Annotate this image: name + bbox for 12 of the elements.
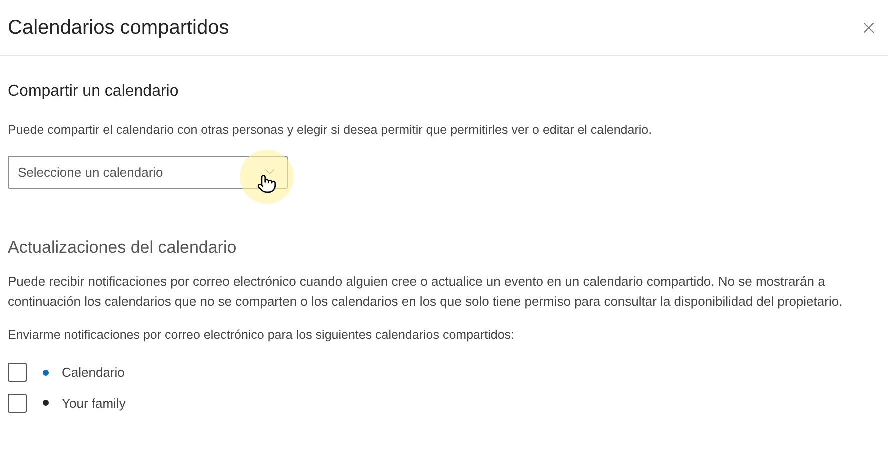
checkbox[interactable] — [8, 363, 27, 382]
dialog-title: Calendarios compartidos — [8, 16, 230, 40]
calendar-label: Calendario — [62, 364, 125, 382]
calendar-select[interactable]: Seleccione un calendario — [8, 156, 288, 189]
checkbox[interactable] — [8, 394, 27, 413]
hand-cursor-icon — [257, 174, 277, 194]
notification-prompt: Enviarme notificaciones por correo electrónico para los siguientes calendarios compartidos: — [8, 327, 516, 344]
section-description: Puede recibir notificaciones por correo electrónico cuando alguien cree o actualice un evento en un calendario compartido. No se mostrarán a continuación los calendarios que no se comparten o los calendarios en los que solo tiene permiso para consultar la disponibilidad del propietario. — [8, 273, 844, 312]
section-description: Puede compartir el calendario con otras personas y elegir si desea permitir que permitirles ver o editar el calendario. — [8, 122, 654, 139]
section-heading: Actualizaciones del calendario — [8, 236, 238, 259]
calendar-label: Your family — [62, 394, 126, 413]
section-heading: Compartir un calendario — [8, 82, 180, 102]
